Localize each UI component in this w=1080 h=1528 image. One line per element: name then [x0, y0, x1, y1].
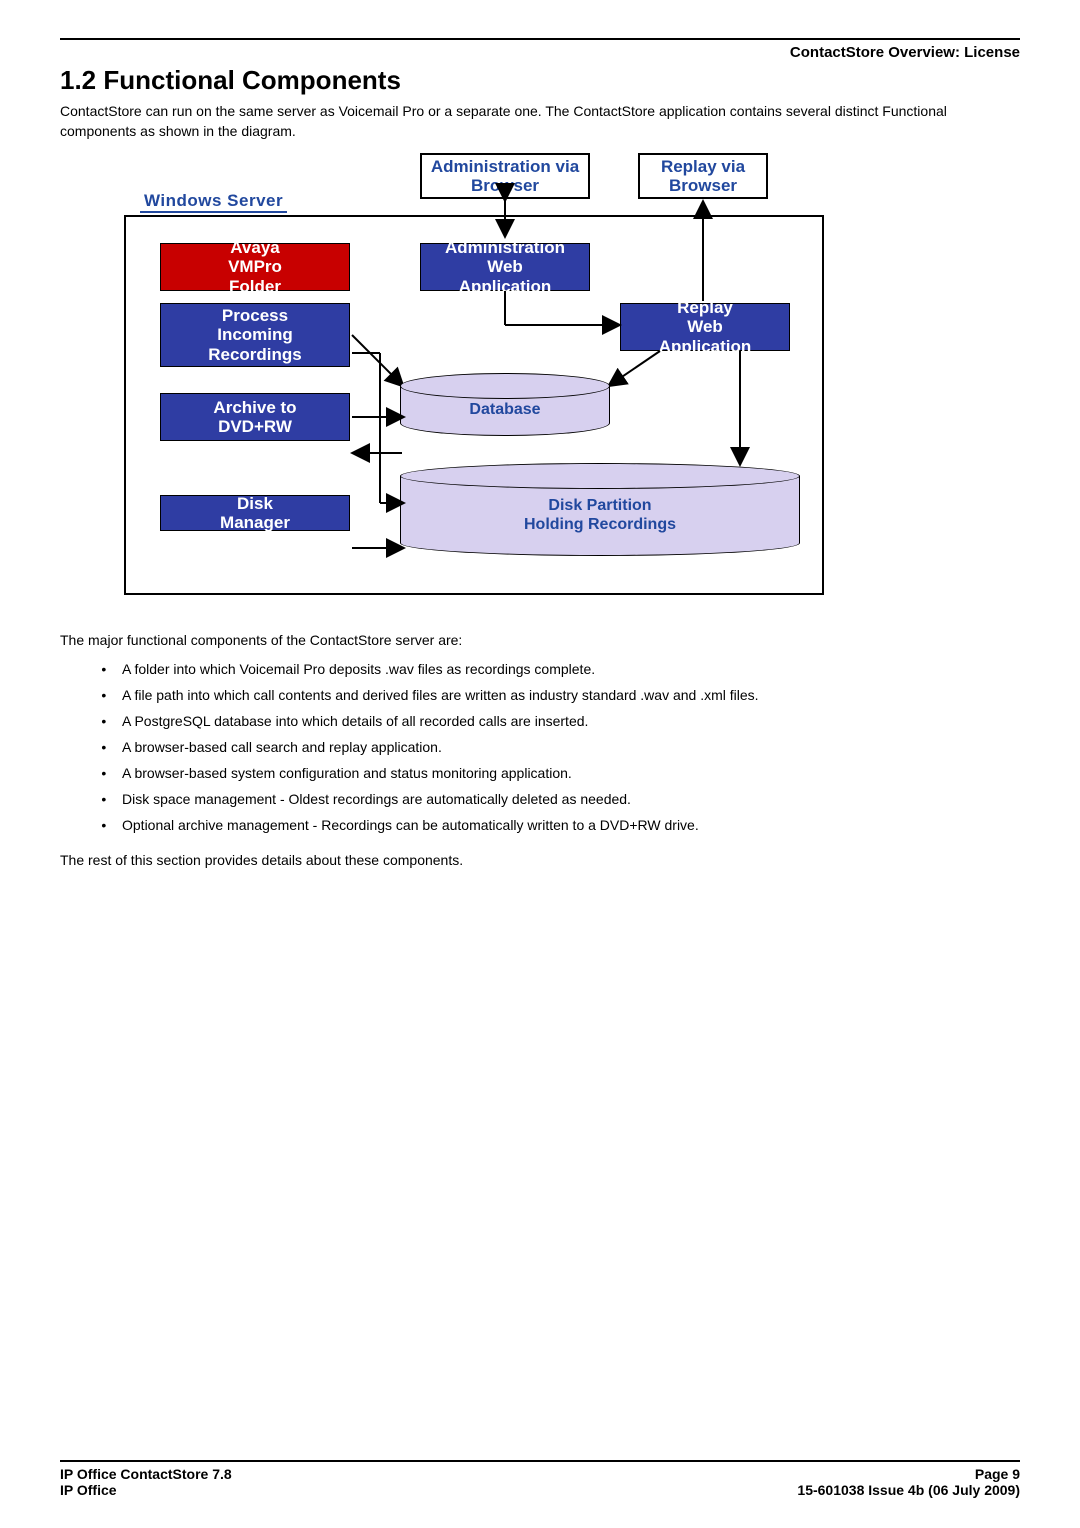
- archive-box: Archive toDVD+RW: [160, 393, 350, 441]
- page-footer: IP Office ContactStore 7.8 Page 9 IP Off…: [60, 1460, 1020, 1498]
- avaya-folder-box: AvayaVMProFolder: [160, 243, 350, 291]
- list-item: Disk space management - Oldest recording…: [118, 791, 1020, 807]
- intro-paragraph: ContactStore can run on the same server …: [60, 102, 1020, 141]
- list-item: Optional archive management - Recordings…: [118, 817, 1020, 833]
- replay-browser-label: Replay via Browser: [640, 157, 766, 196]
- replay-app-box: ReplayWebApplication: [620, 303, 790, 351]
- list-item: A browser-based system configuration and…: [118, 765, 1020, 781]
- footer-right-1: Page 9: [975, 1466, 1020, 1482]
- admin-app-label: AdministrationWebApplication: [445, 238, 565, 297]
- replay-browser-box: Replay via Browser: [638, 153, 768, 199]
- avaya-folder-label: AvayaVMProFolder: [228, 238, 282, 297]
- list-item: A browser-based call search and replay a…: [118, 739, 1020, 755]
- components-list: A folder into which Voicemail Pro deposi…: [118, 661, 1020, 833]
- section-heading: 1.2 Functional Components: [60, 65, 1020, 96]
- list-item: A folder into which Voicemail Pro deposi…: [118, 661, 1020, 677]
- breadcrumb: ContactStore Overview: License: [60, 44, 1020, 61]
- components-lead: The major functional components of the C…: [60, 631, 1020, 651]
- archive-label: Archive toDVD+RW: [213, 398, 296, 437]
- process-recordings-label: ProcessIncomingRecordings: [208, 306, 302, 365]
- replay-app-label: ReplayWebApplication: [659, 298, 752, 357]
- tail-paragraph: The rest of this section provides detail…: [60, 851, 1020, 871]
- disk-manager-box: DiskManager: [160, 495, 350, 531]
- footer-right-2: 15-601038 Issue 4b (06 July 2009): [797, 1482, 1020, 1498]
- server-label: Windows Server: [140, 191, 287, 213]
- admin-browser-box: Administration via Browser: [420, 153, 590, 199]
- architecture-diagram: Administration via Browser Replay via Br…: [120, 153, 840, 613]
- admin-app-box: AdministrationWebApplication: [420, 243, 590, 291]
- disk-partition-label-2: Holding Recordings: [524, 516, 676, 534]
- process-recordings-box: ProcessIncomingRecordings: [160, 303, 350, 367]
- list-item: A PostgreSQL database into which details…: [118, 713, 1020, 729]
- footer-left-2: IP Office: [60, 1482, 117, 1498]
- database-label: Database: [469, 401, 540, 419]
- footer-left-1: IP Office ContactStore 7.8: [60, 1466, 232, 1482]
- list-item: A file path into which call contents and…: [118, 687, 1020, 703]
- disk-partition-label-1: Disk Partition: [548, 497, 651, 515]
- disk-manager-label: DiskManager: [220, 494, 290, 533]
- admin-browser-label: Administration via Browser: [422, 157, 588, 196]
